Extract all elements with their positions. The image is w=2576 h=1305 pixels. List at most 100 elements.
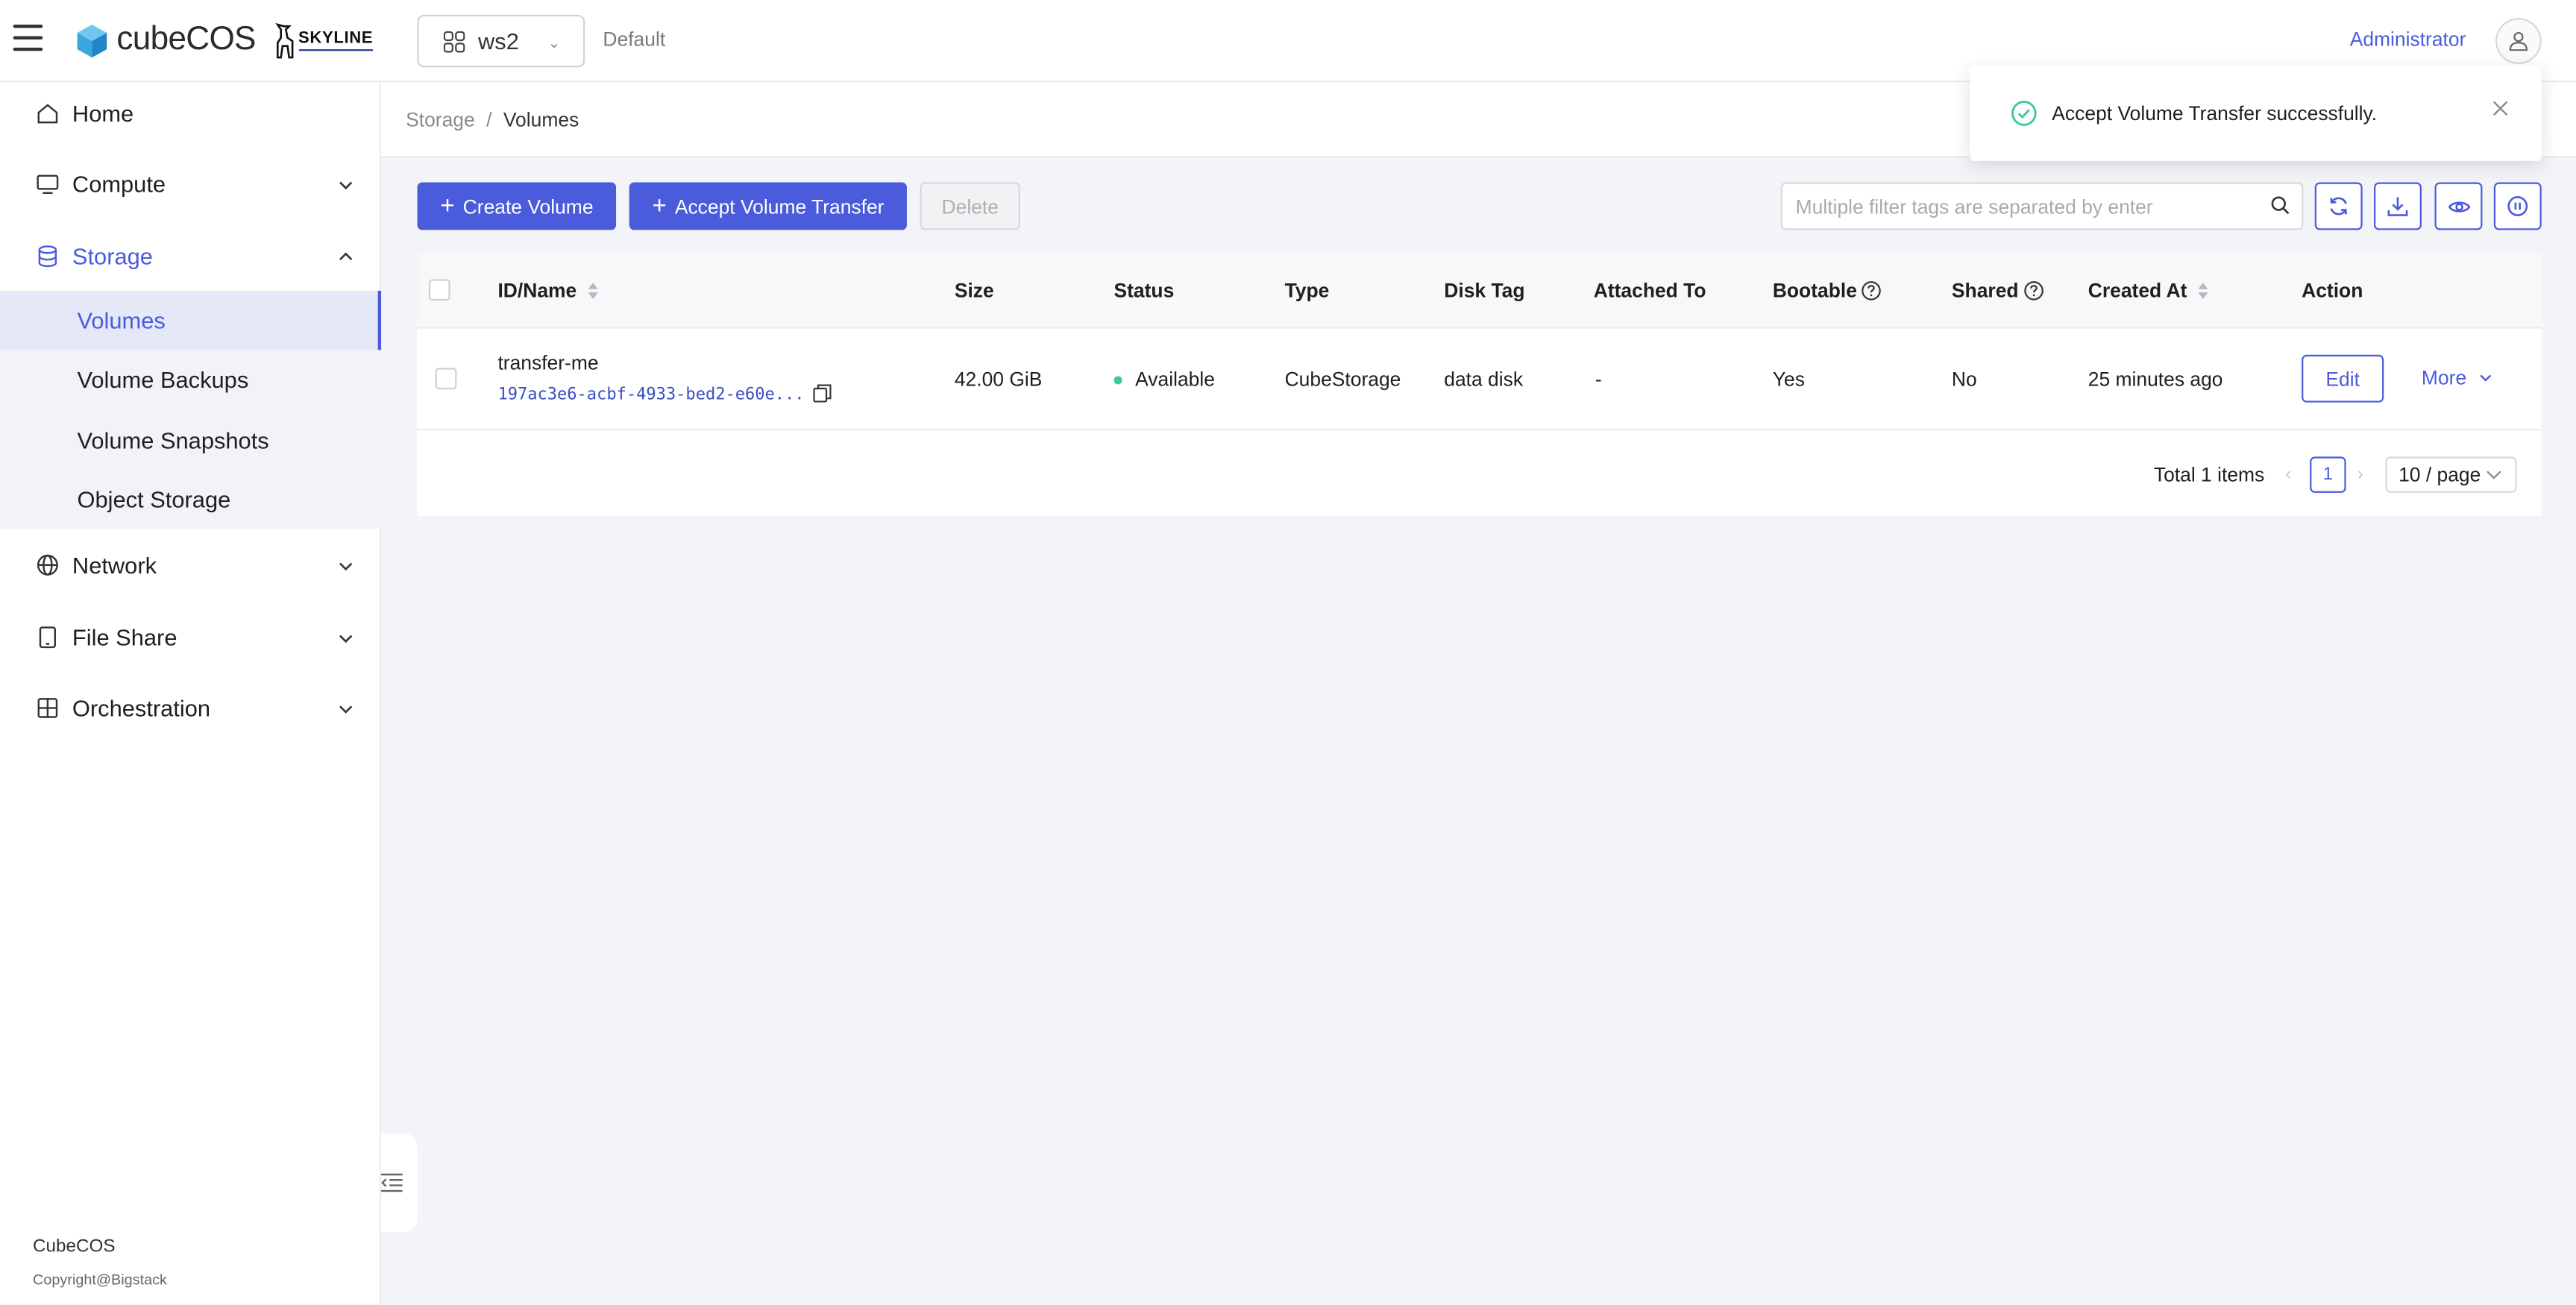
skyline-logo: SKYLINE [272,22,374,58]
sidebar-item-object-storage[interactable]: Object Storage [0,470,381,529]
chevron-down-icon [339,635,353,644]
sidebar-item-volume-snapshots[interactable]: Volume Snapshots [0,411,381,470]
column-shared: Shared [1952,279,2043,302]
download-button[interactable] [2374,182,2422,230]
breadcrumb-storage[interactable]: Storage [406,108,475,131]
edit-button[interactable]: Edit [2302,354,2384,403]
volume-bootable: Yes [1772,368,1805,392]
storage-submenu: Volumes Volume Backups Volume Snapshots … [0,290,382,529]
globe-icon [37,554,58,576]
chevron-down-icon: ⌄ [547,34,561,51]
volume-disk-tag: data disk [1444,368,1524,392]
sidebar-item-compute[interactable]: Compute [0,154,381,213]
column-visibility-button[interactable] [2434,182,2483,230]
volume-attached-to: - [1595,368,1602,392]
sidebar-item-network[interactable]: Network [0,535,381,594]
user-icon [2509,31,2528,51]
column-disk-tag: Disk Tag [1444,279,1525,303]
table-row: transfer-me 197ac3e6-acbf-4933-bed2-e60e… [417,329,2542,431]
plus-icon: + [652,192,667,221]
workspace-value: ws2 [478,28,519,54]
delete-button[interactable]: Delete [920,182,1020,230]
volume-type: CubeStorage [1284,368,1401,392]
sidebar: Home Compute Storage Volumes Volume Back… [0,82,382,1305]
tablet-icon [39,626,57,649]
next-page-icon[interactable]: › [2357,465,2363,484]
volume-id-link[interactable]: 197ac3e6-acbf-4933-bed2-e60e... [497,386,804,404]
plus-icon: + [440,192,455,221]
breadcrumb-current: Volumes [503,108,579,132]
footer-copyright: Copyright@Bigstack [33,1271,167,1288]
domain-label: Default [603,28,666,51]
eye-icon [2447,201,2470,212]
question-circle-icon[interactable] [1862,281,1882,301]
close-icon[interactable] [2492,100,2509,116]
chevron-down-icon [339,562,353,571]
search-icon[interactable] [2270,195,2290,215]
grid-icon [443,30,465,52]
sidebar-item-volumes[interactable]: Volumes [0,290,382,350]
cube-logo-icon [77,23,107,57]
sidebar-item-home[interactable]: Home [0,84,381,142]
select-all-checkbox[interactable] [428,279,450,301]
sidebar-collapse-handle[interactable] [380,1133,418,1233]
toast-message: Accept Volume Transfer successfully. [2052,101,2378,125]
chevron-down-icon [2487,471,2501,479]
pause-circle-icon [2507,196,2528,216]
sidebar-item-volume-backups[interactable]: Volume Backups [0,350,381,409]
column-bootable: Bootable [1773,279,1882,302]
volume-created-at: 25 minutes ago [2087,368,2223,392]
monitor-icon [37,174,59,195]
accept-volume-transfer-button[interactable]: + Accept Volume Transfer [629,182,908,230]
volume-name-link[interactable]: transfer-me [497,351,598,374]
sidebar-item-storage[interactable]: Storage [0,227,381,286]
status-badge: Available [1113,368,1215,391]
footer-title: CubeCOS [33,1236,116,1257]
column-action: Action [2302,279,2363,303]
pause-refresh-button[interactable] [2493,182,2542,230]
column-id-name[interactable]: ID/Name [497,279,598,302]
success-toast: Accept Volume Transfer successfully. [1970,66,2542,161]
column-type: Type [1284,279,1330,303]
chevron-down-icon [2481,374,2492,382]
chevron-down-icon [339,705,353,714]
volume-shared: No [1951,368,1977,392]
status-dot [1113,377,1122,386]
prev-page-icon[interactable]: ‹ [2285,465,2291,484]
row-checkbox[interactable] [435,368,457,390]
avatar[interactable] [2495,18,2542,64]
llama-icon [274,22,293,58]
sidebar-item-file-share[interactable]: File Share [0,608,381,667]
check-circle-icon [2011,101,2037,126]
chevron-down-icon [339,181,353,190]
question-circle-icon[interactable] [2023,281,2043,301]
refresh-button[interactable] [2314,182,2363,230]
page-size-select[interactable]: 10 / page [2385,456,2517,493]
column-attached-to: Attached To [1593,279,1706,303]
column-size: Size [954,279,994,303]
sidebar-item-orchestration[interactable]: Orchestration [0,679,381,738]
pagination-total: Total 1 items [2153,463,2265,487]
copy-icon[interactable] [813,384,832,403]
download-icon [2387,197,2408,216]
sort-icon [588,282,598,299]
volume-size: 42.00 GiB [954,368,1043,392]
brand-logo[interactable]: cubeCOS SKYLINE [75,21,374,60]
chevron-up-icon [339,252,353,260]
puzzle-icon [37,698,58,718]
home-icon [37,104,58,124]
menu-icon[interactable] [13,25,43,54]
table-header: ID/Name Size Status Type Disk Tag Attach… [417,253,2542,329]
volumes-table: ID/Name Size Status Type Disk Tag Attach… [417,253,2542,516]
column-created-at[interactable]: Created At [2088,279,2209,302]
database-icon [38,245,57,268]
filter-input[interactable]: Multiple filter tags are separated by en… [1780,182,2304,230]
sort-icon [2198,282,2209,299]
user-name-link[interactable]: Administrator [2350,28,2466,51]
brand-name: cubeCOS [116,21,256,58]
page-1-button[interactable]: 1 [2310,456,2346,493]
create-volume-button[interactable]: + Create Volume [417,182,617,230]
workspace-select[interactable]: ws2 ⌄ [417,14,585,68]
more-dropdown[interactable]: More [2422,366,2492,389]
refresh-icon [2330,197,2347,216]
